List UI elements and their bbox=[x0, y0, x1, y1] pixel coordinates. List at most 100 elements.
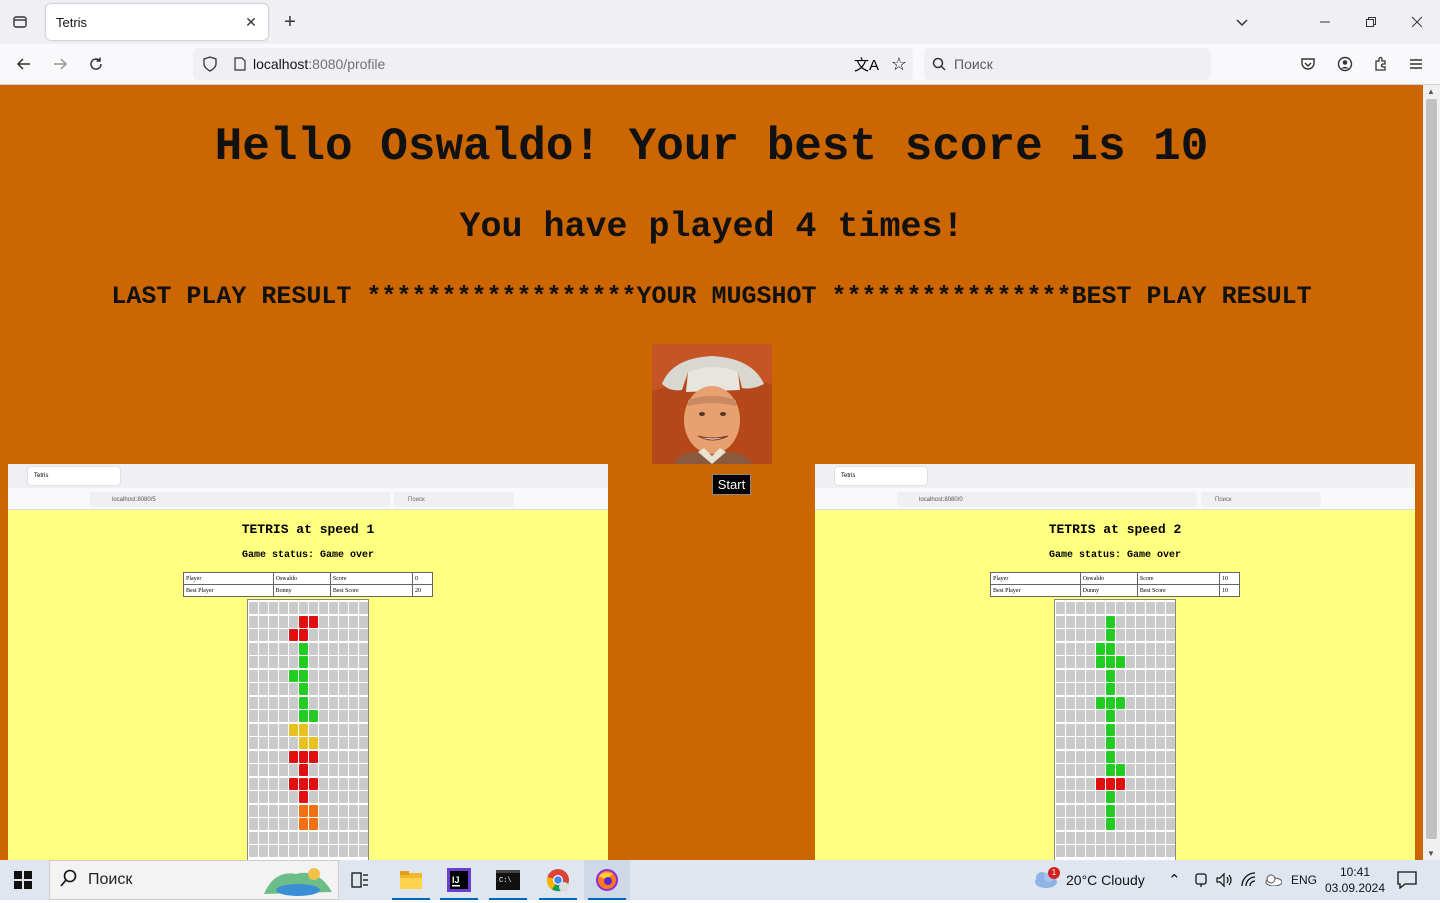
show-hidden-icons-chevron-icon[interactable]: ⌃ bbox=[1168, 860, 1181, 900]
tab-overview-icon[interactable] bbox=[6, 8, 34, 36]
board-cell bbox=[259, 791, 268, 803]
board-cell bbox=[1156, 818, 1165, 830]
scroll-up-icon[interactable]: ▲ bbox=[1427, 87, 1435, 96]
taskbar-search[interactable]: Поиск bbox=[49, 860, 339, 900]
board-cell bbox=[1116, 696, 1125, 709]
file-explorer-icon[interactable] bbox=[388, 860, 434, 900]
table-cell: Best Score bbox=[1136, 584, 1221, 597]
board-cell bbox=[329, 615, 338, 628]
forward-icon[interactable] bbox=[46, 50, 74, 78]
board-cell bbox=[1056, 764, 1065, 776]
board-cell bbox=[279, 656, 288, 668]
bookmark-star-icon[interactable]: ☆ bbox=[891, 54, 907, 75]
onedrive-cloud-icon[interactable] bbox=[1264, 860, 1282, 900]
firefox-icon[interactable] bbox=[584, 860, 630, 900]
board-cell bbox=[299, 750, 308, 763]
meet-now-icon[interactable] bbox=[1193, 860, 1209, 900]
notifications-icon[interactable] bbox=[1397, 860, 1417, 900]
shield-icon[interactable] bbox=[193, 56, 227, 72]
board-cell bbox=[329, 777, 338, 790]
mugshot-image bbox=[652, 344, 772, 464]
board-cell bbox=[299, 710, 308, 722]
intellij-icon[interactable]: IJ bbox=[436, 860, 482, 900]
board-cell bbox=[299, 804, 308, 817]
page-scrollbar[interactable]: ▲ ▼ bbox=[1423, 85, 1440, 860]
board-cell bbox=[1116, 777, 1125, 790]
board-cell bbox=[269, 804, 278, 817]
tab-tetris[interactable]: Tetris ✕ bbox=[46, 4, 268, 40]
board-cell bbox=[349, 629, 358, 641]
board-cell bbox=[1076, 602, 1085, 614]
terminal-icon[interactable]: C:\ bbox=[485, 860, 531, 900]
board-cell bbox=[1066, 737, 1075, 749]
board-cell bbox=[1146, 602, 1155, 614]
task-view-icon[interactable] bbox=[337, 860, 383, 900]
board-cell bbox=[1146, 818, 1155, 830]
clock[interactable]: 10:41 03.09.2024 bbox=[1325, 860, 1385, 900]
board-cell bbox=[1116, 791, 1125, 803]
board-cell bbox=[1056, 602, 1065, 614]
board-cell bbox=[359, 831, 368, 844]
board-cell bbox=[1066, 710, 1075, 722]
volume-icon[interactable] bbox=[1216, 860, 1234, 900]
scroll-down-icon[interactable]: ▼ bbox=[1427, 849, 1435, 858]
close-window-icon[interactable] bbox=[1403, 8, 1431, 36]
language-indicator[interactable]: ENG bbox=[1291, 860, 1317, 900]
board-cell bbox=[1096, 656, 1105, 668]
board-cell bbox=[1146, 683, 1155, 695]
reload-icon[interactable] bbox=[82, 50, 110, 78]
menu-icon[interactable] bbox=[1402, 50, 1430, 78]
board-cell bbox=[1056, 750, 1065, 763]
board-cell bbox=[1066, 777, 1075, 790]
board-cell bbox=[1106, 710, 1115, 722]
close-tab-icon[interactable]: ✕ bbox=[242, 13, 260, 31]
start-button[interactable]: Start bbox=[712, 474, 751, 495]
board-cell bbox=[329, 696, 338, 709]
board-cell bbox=[1156, 777, 1165, 790]
board-cell bbox=[1126, 777, 1135, 790]
account-icon[interactable] bbox=[1331, 50, 1359, 78]
board-cell bbox=[249, 764, 258, 776]
board-cell bbox=[279, 710, 288, 722]
board-cell bbox=[259, 777, 268, 790]
translate-icon[interactable]: 文A bbox=[854, 54, 879, 75]
windows-start-icon[interactable] bbox=[0, 860, 46, 900]
address-bar[interactable]: localhost:8080/profile 文A ☆ bbox=[193, 48, 913, 80]
extensions-icon[interactable] bbox=[1367, 50, 1395, 78]
board-cell bbox=[259, 737, 268, 749]
board-cell bbox=[1086, 777, 1095, 790]
board-cell bbox=[1096, 615, 1105, 628]
board-cell bbox=[359, 791, 368, 803]
minimize-icon[interactable] bbox=[1311, 8, 1339, 36]
network-icon[interactable] bbox=[1241, 860, 1257, 900]
weather-widget[interactable]: 1 20°C Cloudy bbox=[1032, 860, 1145, 900]
scrollbar-thumb[interactable] bbox=[1426, 99, 1437, 839]
board-cell bbox=[1136, 723, 1145, 736]
back-icon[interactable] bbox=[10, 50, 38, 78]
board-cell bbox=[1146, 669, 1155, 682]
board-cell bbox=[309, 669, 318, 682]
pocket-icon[interactable] bbox=[1294, 50, 1322, 78]
clock-time: 10:41 bbox=[1339, 865, 1371, 879]
board-cell bbox=[329, 804, 338, 817]
svg-text:IJ: IJ bbox=[452, 875, 460, 885]
board-cell bbox=[269, 750, 278, 763]
board-cell bbox=[1096, 669, 1105, 682]
board-cell bbox=[329, 656, 338, 668]
search-input[interactable]: Поиск bbox=[924, 48, 1211, 80]
board-cell bbox=[329, 710, 338, 722]
board-cell bbox=[359, 602, 368, 614]
board-cell bbox=[1136, 818, 1145, 830]
board-cell bbox=[339, 804, 348, 817]
board-cell bbox=[1096, 764, 1105, 776]
board-cell bbox=[269, 764, 278, 776]
board-cell bbox=[1166, 750, 1175, 763]
chrome-icon[interactable] bbox=[535, 860, 581, 900]
board-cell bbox=[1106, 669, 1115, 682]
tab-list-chevron-icon[interactable] bbox=[1228, 8, 1256, 36]
new-tab-icon[interactable]: + bbox=[276, 8, 304, 36]
best-play-screenshot: Tetris localhost:8080/0 Поиск TETRIS at … bbox=[815, 464, 1415, 860]
restore-icon[interactable] bbox=[1357, 8, 1385, 36]
weather-badge: 1 bbox=[1048, 866, 1060, 879]
board-cell bbox=[1056, 642, 1065, 655]
